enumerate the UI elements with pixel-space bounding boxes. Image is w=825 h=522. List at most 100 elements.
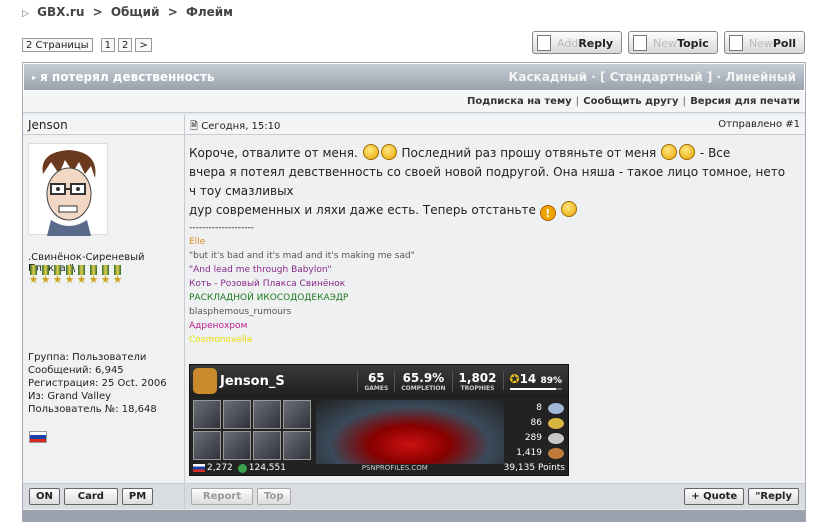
online-status-button[interactable]: ON [29,488,60,505]
card-button[interactable]: Card [63,488,118,505]
top-button[interactable]: Top [257,488,291,505]
topic-titlebar: ▸ я потерял девственность Каскадный · [ … [23,63,805,91]
medal-icon: ★ [76,265,87,287]
poll-label: Poll [772,37,796,50]
bronze-count: 1,419 [504,446,564,461]
post-date-text: Сегодня, 15:10 [201,121,281,132]
bronze-trophy-icon [548,448,564,459]
signature: -------------------- Elle "but it's bad … [189,221,415,347]
bottom-bar [23,510,805,522]
view-modes[interactable]: Каскадный · [ Стандартный ] · Линейный [509,70,796,84]
breadcrumb-link-site[interactable]: GBX.ru [37,5,84,19]
medal-icon: ★ [52,265,63,287]
post-header: 🗎 Сегодня, 15:10 Отправлено #1 [185,115,805,135]
globe-icon [237,463,247,473]
psn-level-pct: 89% [540,376,562,386]
report-button[interactable]: Report [191,488,253,505]
sig-line: "but it's bad and it's mad and it's maki… [189,251,415,261]
topic-title: я потерял девственность [40,70,215,84]
breadcrumb-link-general[interactable]: Общий [111,5,160,19]
post-icon: 🗎 [190,121,202,132]
author-name[interactable]: Jenson [23,115,184,135]
new-poll-button[interactable]: NewPoll [723,31,805,54]
trophy-icon [193,400,221,429]
add-reply-button[interactable]: AddReply [532,31,623,54]
gold-count: 86 [504,416,564,431]
psn-points: 39,135 Points [503,463,565,473]
pm-button[interactable]: PM [121,488,154,505]
page-2-link[interactable]: 2 [117,38,133,52]
game-banner [316,400,504,464]
post-number[interactable]: Отправлено #1 [718,119,800,130]
trophy-icon [253,400,281,429]
angry-smiley-icon [560,201,577,217]
trophy-icon [193,431,221,460]
next-page-link[interactable]: > [135,38,152,52]
trophy-counts: 8 86 289 1,419 [504,401,564,461]
pages-label[interactable]: 2 Страницы [22,38,93,52]
reply-button[interactable]: "Reply [748,488,799,505]
silver-value: 289 [524,433,542,443]
sig-line: blasphemous_rumours [189,307,292,317]
print-version-link[interactable]: Версия для печати [690,96,800,107]
angry-smiley-icon [362,144,379,160]
platinum-count: 8 [504,401,564,416]
user-number: Пользователь №: 18,648 [28,404,157,415]
page-1-link[interactable]: 1 [100,38,115,52]
poll-icon [728,35,743,51]
new-topic-button[interactable]: NewTopic [628,31,718,54]
user-posts: Сообщений: 6,945 [28,365,124,376]
psn-completion-value: 65.9% [402,370,445,385]
medal-icon: ★ [40,265,51,287]
topic-icon [633,35,648,51]
sig-line: Адренохром [189,321,248,331]
sig-line: Коть - Розовый Плакса Свинёнок [189,279,346,289]
medal-icon: ★ [100,265,111,287]
medal-icon: ★ [64,265,75,287]
post-body: Короче, отвалите от меня. Последний раз … [189,144,793,221]
psn-name: Jenson_S [220,373,285,389]
quote-button[interactable]: + Quote [684,488,745,505]
sig-line: РАСКЛАДНОЙ ИКОСОДОДЕКАЭДР [189,293,349,303]
warning-icon: ! [539,205,556,221]
bullet-icon: ▸ [32,72,37,82]
breadcrumb-link-flame[interactable]: Флейм [186,5,233,19]
subscribe-link[interactable]: Подписка на тему [467,96,572,107]
new-label: New [653,37,678,50]
reply-label: Reply [578,37,614,50]
topic-actions: AddReply NewTopic NewPoll [532,31,805,54]
psn-stat-1: 2,272 [207,463,233,473]
psn-games-label: GAMES [364,384,389,392]
psn-card-header: Jenson_S 65 GAMES 65.9% COMPLETION 1,802 TR… [190,365,568,397]
angry-smiley-icon [661,144,678,160]
medal-icon: ★ [28,265,39,287]
tell-friend-link[interactable]: Сообщить другу [583,96,678,107]
post-author-panel: Jenson .Свинёнок-Сиреневый Плакса:'\ ★ ★… [23,115,185,483]
psn-profile-card[interactable]: Jenson_S 65 GAMES 65.9% COMPLETION 1,802 TR… [189,364,569,476]
sig-line: Cosmonovella [189,335,253,345]
trophy-icon [223,400,251,429]
post-text: Последний раз прошу отвяньте от меня [401,146,657,160]
psn-trophies: 1,802 TROPHIES [451,370,503,392]
bronze-value: 1,419 [516,448,542,458]
psn-trophies-value: 1,802 [458,370,497,385]
gold-trophy-icon [548,418,564,429]
post-text: - Все [699,146,731,160]
medal-icon: ★ [112,265,123,287]
psn-avatar [193,368,217,394]
psn-level: ✪14 89% [502,372,569,390]
avatar [28,143,108,236]
user-location: Из: Grand Valley [28,391,112,402]
post-content-panel: 🗎 Сегодня, 15:10 Отправлено #1 Короче, о… [185,115,805,483]
level-progress-bar [509,388,562,390]
user-registered: Регистрация: 25 Oct. 2006 [28,378,167,389]
forum-page: ▷ GBX.ru > Общий > Флейм 2 Страницы 1 2 … [0,0,825,522]
breadcrumb-arrow-icon: ▷ [22,9,29,19]
silver-count: 289 [504,431,564,446]
author-actions: ON Card PM [23,484,185,509]
new-label: New [748,37,773,50]
trophy-icon [223,431,251,460]
psn-level-value: 14 [519,372,537,386]
post-text: дур современных и ляхи даже есть. Теперь… [189,203,536,217]
medal-icon: ★ [88,265,99,287]
